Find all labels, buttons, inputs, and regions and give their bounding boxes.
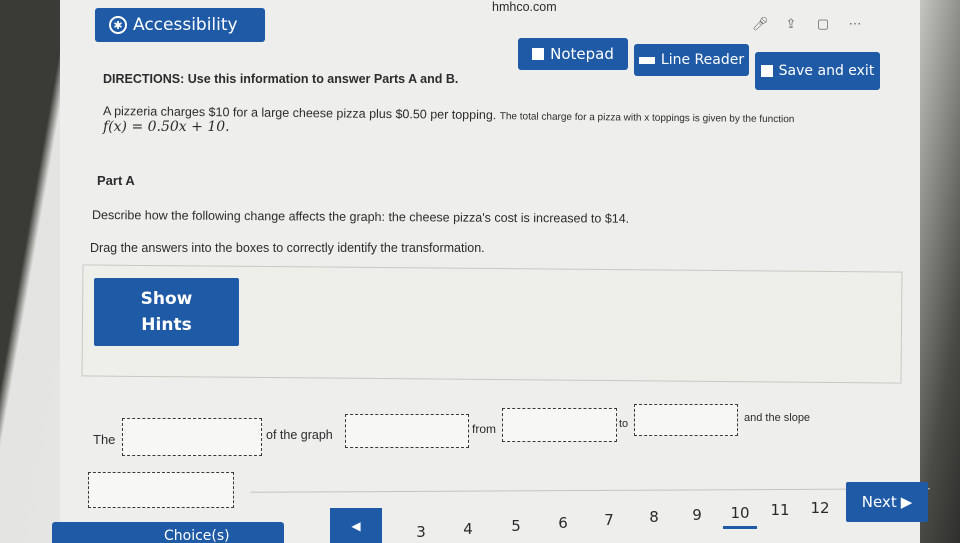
line-reader-label: Line Reader [660,52,745,68]
save-and-exit-button[interactable]: Save and exit [755,52,880,90]
choices-tab-label: Choice(s) [164,528,230,543]
sentence-of-the-graph: of the graph [266,428,333,442]
sentence-the: The [93,432,116,447]
drag-instruction: Drag the answers into the boxes to corre… [90,241,485,255]
drop-box-to-value[interactable] [634,404,738,436]
notepad-icon [532,48,545,60]
save-icon [760,65,773,77]
line-reader-button[interactable]: Line Reader [634,44,749,76]
tabs-icon[interactable]: ▢ [816,16,830,32]
page-number-5[interactable]: 5 [499,517,533,535]
accessibility-icon: ✱ [109,16,127,34]
part-label: Part A [97,173,135,188]
page-number-11[interactable]: 11 [763,501,797,519]
save-and-exit-label: Save and exit [778,63,875,79]
next-button[interactable]: Next ▶ [846,482,928,522]
url-text: hmhco.com [492,0,557,14]
drop-box-transformation[interactable] [122,418,262,456]
previous-page-button[interactable]: ◀ [330,508,382,543]
page-number-12[interactable]: 12 [803,499,837,517]
question-pagination: 3 4 5 6 7 8 9 10 11 12 [396,496,846,543]
more-icon[interactable]: ⋯ [848,16,862,32]
page-number-6[interactable]: 6 [546,514,580,532]
show-hints-button[interactable]: Show Hints [94,278,239,346]
share-icon[interactable]: ⇪ [784,16,798,32]
page-number-9[interactable]: 9 [680,506,714,524]
page-number-8[interactable]: 8 [637,508,671,526]
choices-tab[interactable]: Choice(s) [52,522,284,543]
line-reader-icon [638,56,655,64]
function-expression: f(x) = 0.50x + 10. [103,119,230,135]
sentence-to: to [619,418,629,430]
notepad-label: Notepad [550,45,614,63]
show-hints-label-line2: Hints [141,315,192,335]
sentence-from: from [472,422,496,436]
accessibility-button[interactable]: ✱ Accessibility [95,8,265,42]
browser-status-icons: 🎤︎ ⇪ ▢ ⋯ [752,16,862,32]
page-number-10[interactable]: 10 [723,504,757,529]
sentence-and-the-slope: and the slope [744,412,811,424]
triangle-right-icon: ▶ [900,493,913,511]
drop-box-from-value[interactable] [502,408,617,442]
notepad-button[interactable]: Notepad [518,38,628,70]
directions-text: DIRECTIONS: Use this information to answ… [103,72,459,86]
show-hints-label-line1: Show [140,289,193,309]
microphone-icon[interactable]: 🎤︎ [752,16,769,32]
drop-box-feature[interactable] [345,414,469,448]
accessibility-label: Accessibility [133,15,238,35]
next-label: Next [861,493,897,511]
drop-box-slope[interactable] [88,472,234,508]
page-number-7[interactable]: 7 [592,511,626,529]
triangle-left-icon: ◀ [351,518,361,533]
page-number-4[interactable]: 4 [451,520,485,538]
page-number-3[interactable]: 3 [404,523,438,541]
